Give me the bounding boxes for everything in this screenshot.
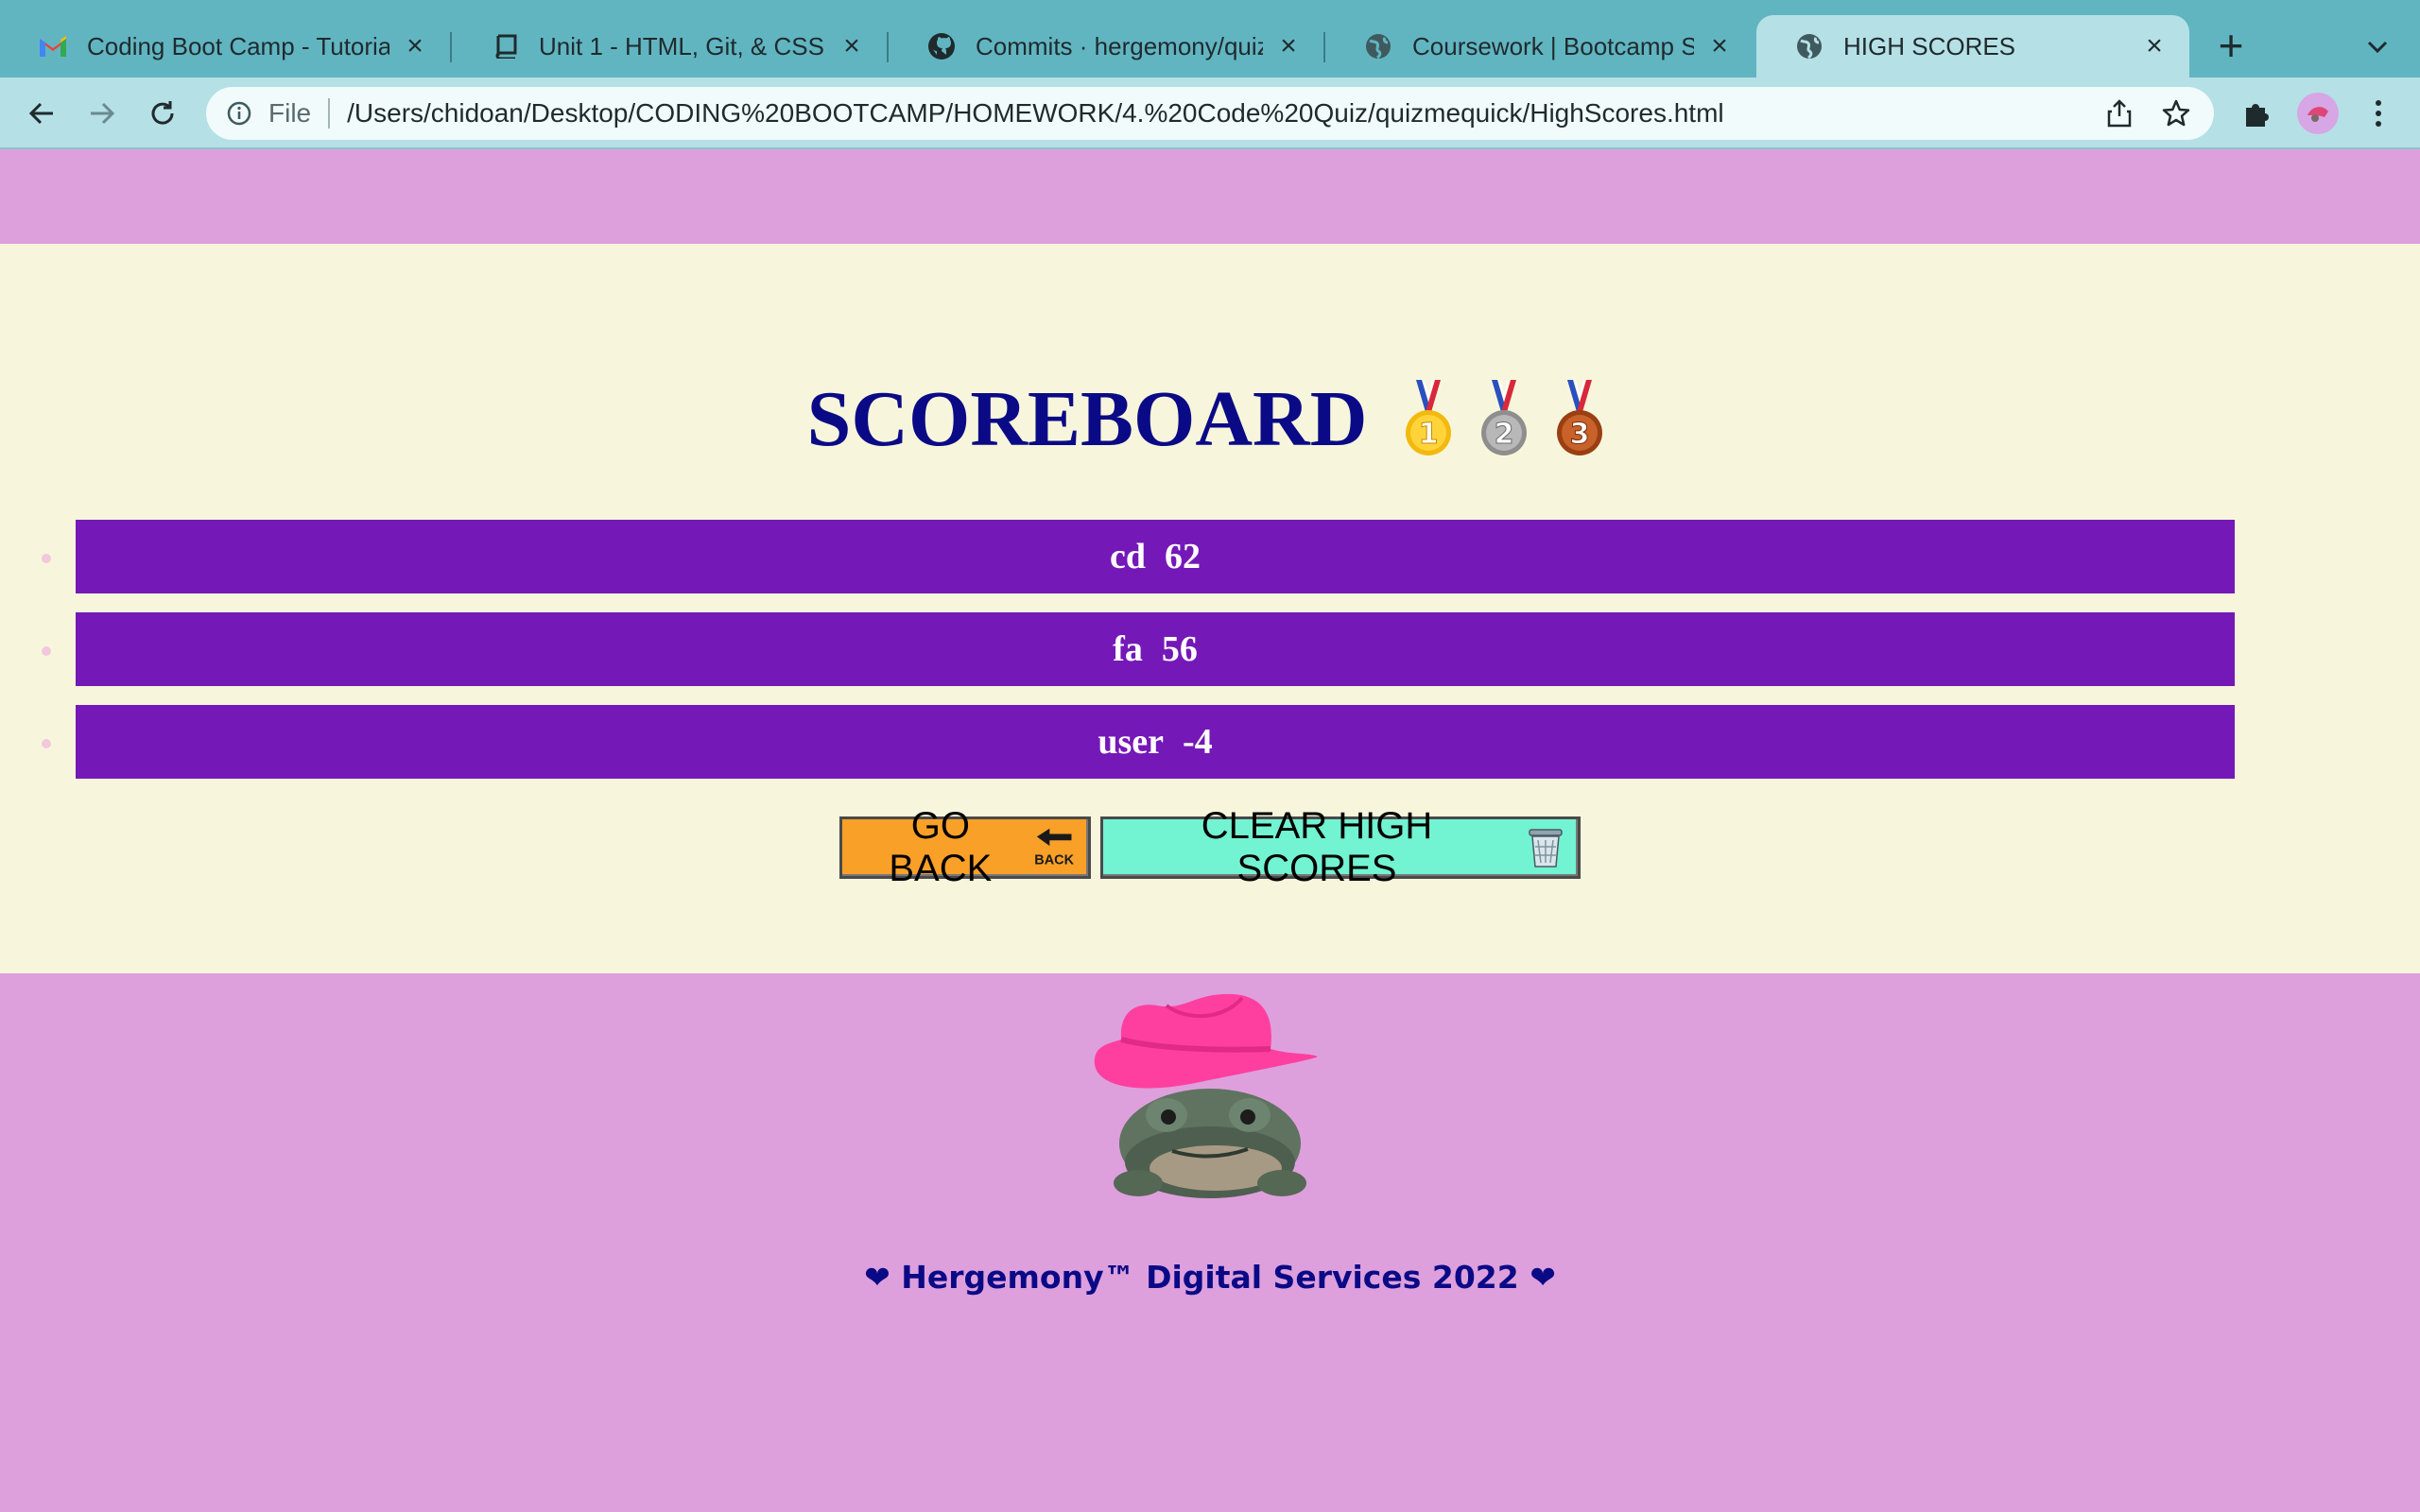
clear-high-scores-label: CLEAR HIGH SCORES [1201,805,1433,889]
tab-unit-1[interactable]: Unit 1 - HTML, Git, & CSS - Fr × [452,15,887,77]
extensions-puzzle-icon[interactable] [2237,93,2278,134]
page-title: SCOREBOARD [806,374,1368,463]
tab-coursework[interactable]: Coursework | Bootcamp Spot × [1325,15,1754,77]
player-initials: user [1098,722,1164,762]
footer-copyright: ❤ Hergemony™ Digital Services 2022 ❤ [864,1259,1556,1296]
browser-toolbar: File /Users/chidoan/Desktop/CODING%20BOO… [0,77,2420,149]
globe-icon [1794,31,1824,61]
more-menu-icon[interactable] [2358,93,2399,134]
silver-medal-icon: 2 [1481,379,1528,455]
gmail-icon [38,31,68,61]
profile-avatar[interactable] [2297,93,2339,134]
player-initials: fa [1113,629,1143,669]
omnibox-divider [328,98,331,129]
back-arrow-icon[interactable] [21,93,62,134]
close-icon[interactable]: × [838,30,866,61]
close-icon[interactable]: × [2140,30,2169,61]
forward-arrow-icon[interactable] [81,93,123,134]
list-item: cd 62 [42,520,2235,593]
list-item: user -4 [42,705,2235,779]
share-icon[interactable] [2100,94,2138,132]
heading-row: SCOREBOARD 1 2 3 [0,367,2420,471]
close-icon[interactable]: × [1274,30,1303,61]
frog-cowboy-hat-image [1094,993,1318,1198]
go-back-label: GO BACK [889,805,993,889]
tab-title: Unit 1 - HTML, Git, & CSS - Fr [539,31,826,60]
tab-strip: Coding Boot Camp - Tutorial × Unit 1 - H… [0,0,2420,77]
github-icon [926,31,957,61]
url-scheme-label: File [268,98,312,128]
tab-title: Coding Boot Camp - Tutorial [87,31,389,60]
tab-search-chevron-icon[interactable] [2359,28,2396,66]
scoreboard-section: SCOREBOARD 1 2 3 cd 62 fa 56 user -4 GO … [0,244,2420,973]
tab-high-scores[interactable]: HIGH SCORES × [1756,15,2189,77]
button-row: GO BACK BACK CLEAR HIGH SCORES [0,805,2420,889]
svg-text:2: 2 [1495,418,1514,451]
tab-title: Coursework | Bootcamp Spot [1412,31,1694,60]
back-arrow-icon: BACK [1034,828,1074,868]
book-icon [490,31,520,61]
bronze-medal-icon: 3 [1557,379,1603,455]
player-score: 56 [1161,629,1198,669]
high-scores-list: cd 62 fa 56 user -4 [42,520,2235,798]
bookmark-star-icon[interactable] [2157,94,2195,132]
tab-gmail[interactable]: Coding Boot Camp - Tutorial × [0,15,450,77]
close-icon[interactable]: × [401,30,429,61]
list-bullet [42,739,51,748]
page-header-band [0,149,2420,244]
gold-medal-icon: 1 [1406,379,1452,455]
list-bullet [42,646,51,656]
tab-title: Commits · hergemony/quizme [976,31,1263,60]
new-tab-button[interactable]: + [2212,24,2250,70]
svg-text:3: 3 [1570,418,1590,451]
svg-text:1: 1 [1419,418,1439,451]
globe-icon [1363,31,1393,61]
wastebasket-icon [1529,829,1563,868]
player-score: 62 [1165,537,1201,576]
reload-icon[interactable] [142,93,183,134]
tab-github-commits[interactable]: Commits · hergemony/quizme × [889,15,1323,77]
go-back-button[interactable]: GO BACK BACK [839,805,1091,889]
info-icon[interactable] [225,99,253,128]
address-bar[interactable]: File /Users/chidoan/Desktop/CODING%20BOO… [206,87,2214,140]
clear-high-scores-button[interactable]: CLEAR HIGH SCORES [1100,805,1581,889]
player-initials: cd [1110,537,1146,576]
close-icon[interactable]: × [1705,30,1734,61]
medals: 1 2 3 [1395,378,1613,459]
list-item: fa 56 [42,612,2235,686]
tab-title: HIGH SCORES [1843,31,2016,60]
svg-text:BACK: BACK [1034,852,1074,868]
url-text[interactable]: /Users/chidoan/Desktop/CODING%20BOOTCAMP… [347,98,2100,129]
list-bullet [42,554,51,563]
player-score: -4 [1183,722,1213,762]
